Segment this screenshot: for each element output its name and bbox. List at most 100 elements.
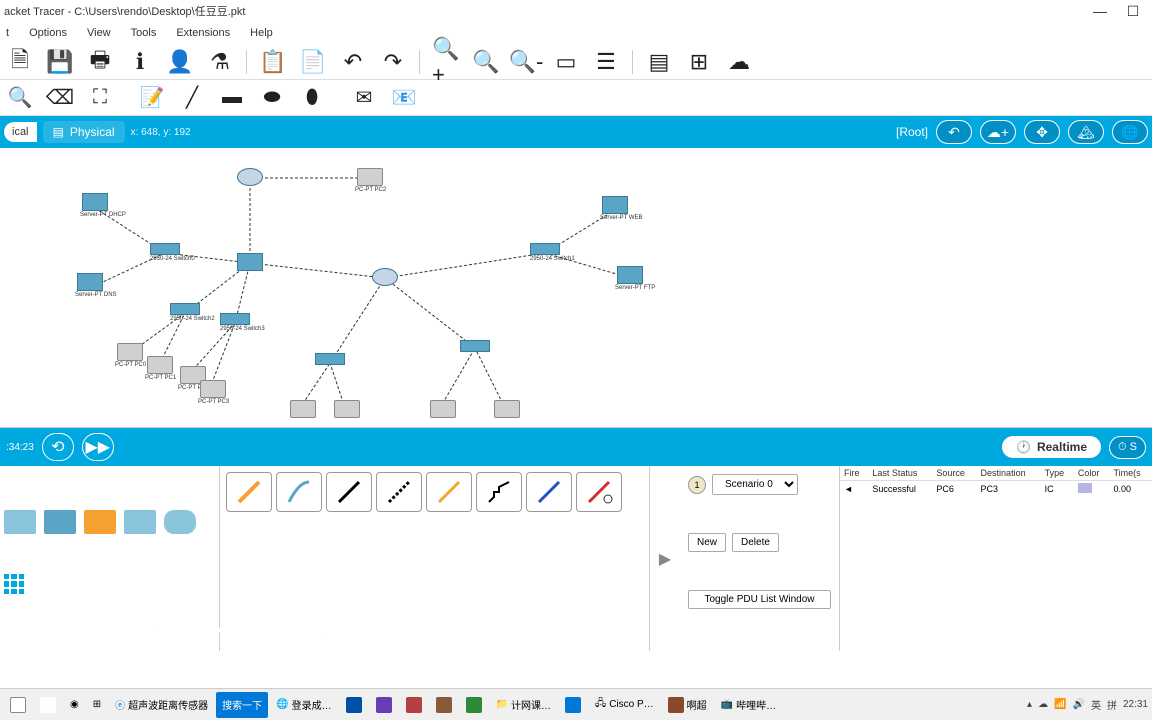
pc1[interactable]: PC-PT PC1 [145,356,175,378]
conn-auto[interactable] [226,472,272,512]
device-cat-3[interactable] [84,510,116,534]
image-nav-icon[interactable]: 🏔 [1068,120,1104,144]
minimize-icon[interactable]: — [1085,3,1115,19]
realtime-button[interactable]: 🕐 Realtime [1002,436,1101,458]
info-icon[interactable]: ℹ [126,48,154,76]
tray-volume-icon[interactable]: 🔊 [1073,699,1085,710]
switch1[interactable]: 2950-24 Switch1 [530,243,560,265]
router0[interactable] [235,168,265,190]
paste-icon[interactable]: 📄 [299,48,327,76]
switch5[interactable] [460,340,490,362]
physical-tab[interactable]: ▤ Physical [43,121,125,143]
rect2-icon[interactable]: ▬ [218,84,246,112]
cloud-nav-icon[interactable]: ☁+ [980,120,1016,144]
conn-serial[interactable] [576,472,622,512]
conn-phone[interactable] [476,472,522,512]
tray-onedrive-icon[interactable]: ☁ [1038,699,1048,710]
server-ftp[interactable]: Server-PT FTP [615,266,645,288]
conn-coax[interactable] [526,472,572,512]
note-icon[interactable]: 📝 [138,84,166,112]
taskbar-cisco[interactable]: 🖧Cisco P… [589,692,660,718]
pc3b[interactable]: PC-PT PC3 [198,380,228,402]
pc6[interactable] [428,400,458,422]
line-icon[interactable]: ╱ [178,84,206,112]
tray-up-icon[interactable]: ▴ [1027,699,1032,710]
taskbar-search[interactable] [34,692,62,718]
taskbar-app3[interactable] [400,692,428,718]
fastforward-icon[interactable]: ▶▶ [82,433,114,461]
taskbar-vs[interactable] [370,692,398,718]
reset-sim-icon[interactable]: ⟲ [42,433,74,461]
scenario-select[interactable]: Scenario 0 [712,474,798,495]
list-icon[interactable]: ☰ [592,48,620,76]
redo-icon[interactable]: ↷ [379,48,407,76]
taskbar-app7[interactable]: 啊超 [662,692,713,718]
switch0[interactable]: 2950-24 Switch0 [150,243,180,265]
pc0[interactable]: PC-PT PC0 [115,343,145,365]
device1-icon[interactable]: ▤ [645,48,673,76]
pdu-col-type[interactable]: Type [1041,466,1074,481]
pdu-row[interactable]: ◄ Successful PC6 PC3 IC 0.00 [840,481,1152,498]
tray-wifi-icon[interactable]: 📶 [1054,699,1066,710]
conn-console[interactable] [276,472,322,512]
menu-view[interactable]: View [87,27,111,39]
activity-icon[interactable]: ⚗ [206,48,234,76]
save-icon[interactable]: 💾 [46,48,74,76]
move-nav-icon[interactable]: ✥ [1024,120,1060,144]
device-cat-5[interactable] [164,510,196,534]
zoomin-icon[interactable]: 🔍+ [432,48,460,76]
network-canvas[interactable]: Server-PT DHCP Server-PT DNS Server-PT W… [0,148,1152,428]
undo-icon[interactable]: ↶ [339,48,367,76]
toggle-pdu-button[interactable]: Toggle PDU List Window [688,590,831,609]
menu-help[interactable]: Help [250,27,273,39]
pc4[interactable] [288,400,318,422]
switch3[interactable]: 2950-24 Switch3 [220,313,250,335]
core-switch[interactable] [235,253,265,275]
copy-icon[interactable]: 📋 [259,48,287,76]
taskbar-app6[interactable] [559,692,587,718]
device2-icon[interactable]: ⊞ [685,48,713,76]
taskbar-start[interactable] [4,692,32,718]
taskbar-app1[interactable]: ⊞ [87,692,107,718]
zoomout-icon[interactable]: 🔍- [512,48,540,76]
globe-nav-icon[interactable]: 🌐 [1112,120,1148,144]
switch4[interactable] [315,353,345,375]
conn-straight[interactable] [326,472,372,512]
pc7[interactable] [492,400,522,422]
switch2[interactable]: 2950-24 Switch2 [170,303,200,325]
zoomreset-icon[interactable]: 🔍 [472,48,500,76]
server-web[interactable]: Server-PT WEB [600,196,630,218]
conn-fiber[interactable] [426,472,472,512]
delete-icon[interactable]: ⌫ [46,84,74,112]
menu-file[interactable]: t [6,27,9,39]
pdu-col-status[interactable]: Last Status [868,466,932,481]
freeform-icon[interactable]: ⬮ [298,84,326,112]
logical-tab[interactable]: ical [4,122,37,142]
cloud-icon[interactable]: ☁ [725,48,753,76]
pdu-col-dest[interactable]: Destination [977,466,1041,481]
taskbar-browser[interactable]: 搜索一下 [216,692,268,718]
taskbar-login[interactable]: 🌐登录成… [270,692,337,718]
pdu-col-source[interactable]: Source [932,466,976,481]
server-dhcp[interactable]: Server-PT DHCP [80,193,110,215]
taskbar-ie[interactable]: ⓔ超声波距离传感器 [109,692,214,718]
pdu-col-color[interactable]: Color [1074,466,1110,481]
conn-crossover[interactable] [376,472,422,512]
taskbar-folder[interactable]: 📁计网课… [490,692,557,718]
print-icon[interactable]: 🖶 [86,48,114,76]
menu-options[interactable]: Options [29,27,67,39]
tray-ime1[interactable]: 英 [1091,697,1101,712]
device-cat-2[interactable] [44,510,76,534]
envelope-icon[interactable]: ✉ [350,84,378,112]
ellipse-icon[interactable]: ⬬ [258,84,286,112]
menu-tools[interactable]: Tools [131,27,157,39]
pc-top[interactable]: PC-PT PC2 [355,168,385,190]
tray-clock[interactable]: 22:31 [1123,699,1148,710]
rect-icon[interactable]: ▭ [552,48,580,76]
select-icon[interactable]: 🔍 [6,84,34,112]
expand-handle[interactable]: ▶ [650,466,680,651]
back-nav-icon[interactable]: ↶ [936,120,972,144]
user-icon[interactable]: 👤 [166,48,194,76]
new-icon[interactable]: 🗎 [6,48,34,76]
pdu-col-fire[interactable]: Fire [840,466,868,481]
